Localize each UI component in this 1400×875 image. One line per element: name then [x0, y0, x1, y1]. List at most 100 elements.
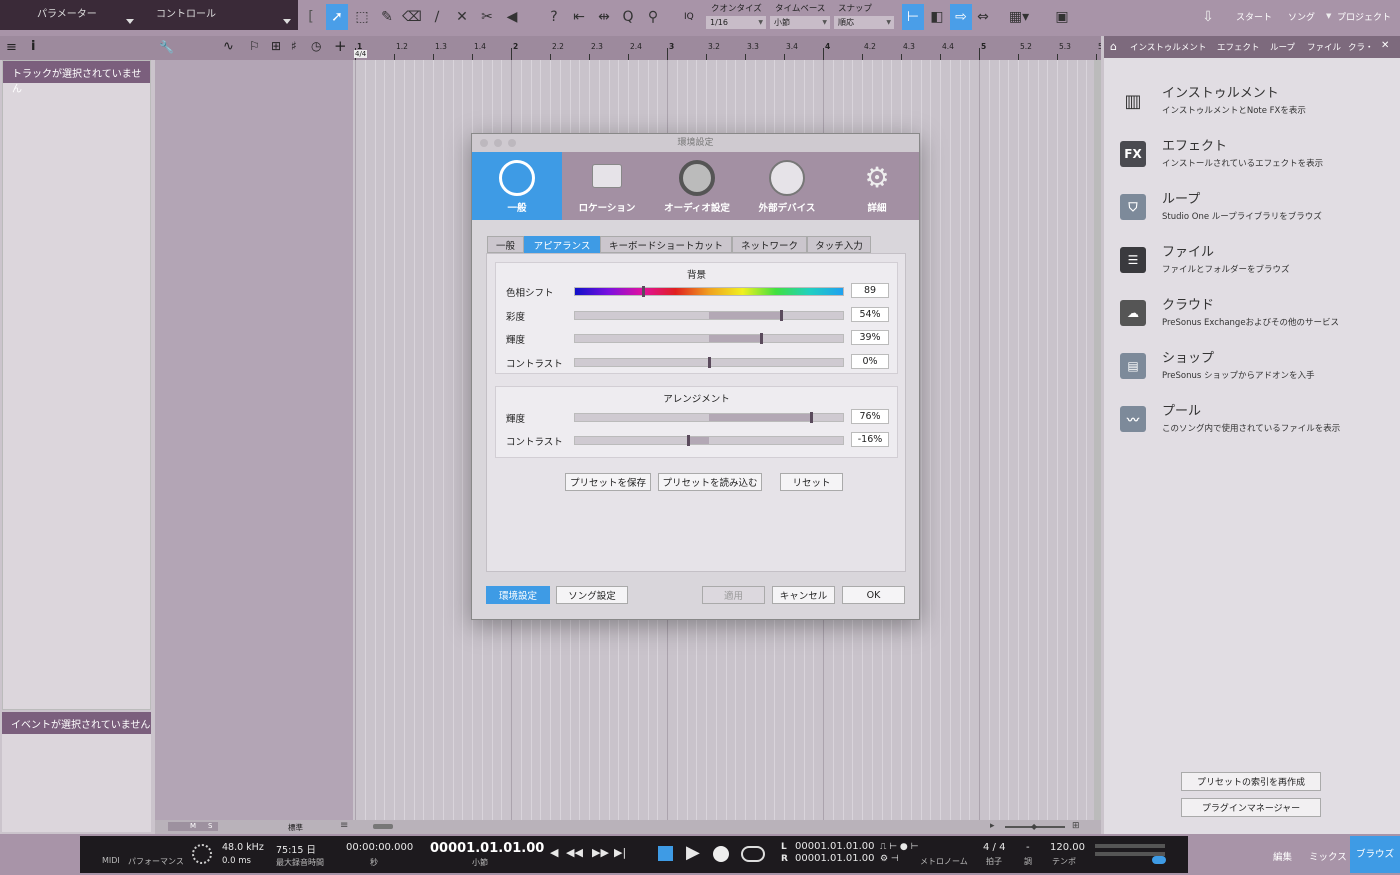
- zoom-icon[interactable]: Q: [617, 4, 639, 30]
- rewind-icon[interactable]: ◀◀: [566, 846, 583, 859]
- view-mix[interactable]: ミックス: [1309, 849, 1347, 863]
- saturation-knob[interactable]: [780, 310, 784, 321]
- arr-contrast-knob[interactable]: [686, 435, 690, 446]
- subtab-appearance[interactable]: アピアランス: [524, 236, 600, 253]
- control-dropdown-icon[interactable]: [283, 19, 291, 24]
- eraser-tool-icon[interactable]: ⌫: [401, 4, 423, 30]
- browser-item-files[interactable]: ☰ ファイル ファイルとフォルダーをブラウズ: [1104, 237, 1400, 287]
- category-advanced[interactable]: ⚙ 詳細: [832, 152, 922, 220]
- contrast-value[interactable]: 0%: [851, 354, 889, 369]
- hue-knob[interactable]: [642, 286, 645, 297]
- browser-tab-cloud[interactable]: クラ・: [1348, 41, 1374, 53]
- apply-button[interactable]: 適用: [702, 586, 765, 604]
- luminance-knob[interactable]: [760, 333, 764, 344]
- parameters-dropdown-icon[interactable]: [126, 19, 134, 24]
- reset-button[interactable]: リセット: [780, 473, 843, 491]
- metronome-settings-icon[interactable]: ⚙ ⊣: [880, 854, 899, 864]
- track-view-label[interactable]: 標準: [288, 822, 303, 833]
- video-icon[interactable]: ▣: [1051, 4, 1073, 30]
- arr-luminance-slider[interactable]: [574, 412, 844, 423]
- saturation-value[interactable]: 54%: [851, 307, 889, 322]
- position-bars[interactable]: 00001.01.01.00: [430, 841, 544, 856]
- solo-column-label[interactable]: S: [208, 822, 212, 830]
- range-tool-icon[interactable]: ⬚: [351, 4, 373, 30]
- mute-tool-icon[interactable]: ✕: [451, 4, 473, 30]
- view-browse[interactable]: ブラウズ: [1350, 836, 1400, 873]
- window-zoom-button[interactable]: [508, 139, 516, 147]
- menu-icon[interactable]: ≡: [6, 40, 17, 55]
- window-close-button[interactable]: [480, 139, 488, 147]
- tempo-icon[interactable]: ♯: [291, 39, 297, 53]
- autoscroll-icon[interactable]: ◧: [926, 4, 948, 30]
- timeline-ruler[interactable]: 1 1.2 1.3 1.4 2 2.2 2.3 2.4 3 3.2 3.3 3.4 4 4.2 4.3 4.4…: [353, 36, 1101, 60]
- paint-tool-icon[interactable]: ∕: [426, 4, 448, 30]
- view-edit[interactable]: 編集: [1273, 849, 1292, 863]
- key[interactable]: -: [1026, 842, 1030, 853]
- loop-icon[interactable]: [741, 846, 765, 862]
- snap-to-grid-icon[interactable]: ⊢: [902, 4, 924, 30]
- forward-icon[interactable]: ▶▶: [592, 846, 609, 859]
- saturation-slider[interactable]: [574, 310, 844, 321]
- tempo[interactable]: 120.00: [1050, 842, 1085, 853]
- close-icon[interactable]: ✕: [1381, 40, 1389, 51]
- hue-value[interactable]: 89: [851, 283, 889, 298]
- layout-menu-icon[interactable]: ▦▾: [1004, 4, 1034, 30]
- arr-luminance-value[interactable]: 76%: [851, 409, 889, 424]
- wrench-icon[interactable]: 🔧: [159, 40, 174, 54]
- download-icon[interactable]: ⇩: [1197, 4, 1219, 30]
- contrast-knob[interactable]: [708, 357, 711, 368]
- save-preset-button[interactable]: プリセットを保存: [565, 473, 651, 491]
- browser-tab-loops[interactable]: ループ: [1270, 41, 1295, 53]
- skip-split-icon[interactable]: ⇹: [593, 4, 615, 30]
- cancel-button[interactable]: キャンセル: [772, 586, 835, 604]
- hue-slider[interactable]: [574, 286, 844, 297]
- precount-icon[interactable]: ⎍ ⊢ ● ⊢: [880, 842, 918, 852]
- nav-project[interactable]: プロジェクト: [1337, 10, 1391, 23]
- forward-end-icon[interactable]: ▶|: [614, 846, 626, 859]
- zoom-in-icon[interactable]: ⊞: [1072, 821, 1080, 831]
- skip-back-icon[interactable]: ⇤: [568, 4, 590, 30]
- subtab-general[interactable]: 一般: [487, 236, 524, 253]
- cursor-follow-icon[interactable]: ⇔: [972, 4, 994, 30]
- follow-icon[interactable]: ⇨: [950, 4, 972, 30]
- listen-tool-icon[interactable]: ◀: [501, 4, 523, 30]
- browser-item-cloud[interactable]: ☁ クラウド PreSonus Exchangeおよびその他のサービス: [1104, 290, 1400, 340]
- contrast-slider[interactable]: [574, 357, 844, 368]
- home-icon[interactable]: ⌂: [1110, 40, 1117, 53]
- browser-tab-instruments[interactable]: インストゥルメント: [1130, 41, 1206, 53]
- luminance-slider[interactable]: [574, 333, 844, 344]
- zoom-out-icon[interactable]: ▸: [990, 821, 995, 831]
- song-settings-button[interactable]: ソング設定: [556, 586, 628, 604]
- record-icon[interactable]: [713, 846, 729, 862]
- add-track-icon[interactable]: +: [334, 37, 347, 55]
- arr-luminance-knob[interactable]: [809, 412, 813, 423]
- pencil-tool-icon[interactable]: ✎: [376, 4, 398, 30]
- info-icon[interactable]: i: [31, 39, 35, 54]
- time-seconds[interactable]: 00:00:00.000: [346, 842, 413, 853]
- monitor-toggle[interactable]: [1152, 856, 1166, 864]
- nav-song[interactable]: ソング: [1288, 10, 1315, 23]
- browser-item-pool[interactable]: 〰 プール このソング内で使用されているファイルを表示: [1104, 396, 1400, 446]
- rewind-start-icon[interactable]: ◀: [550, 846, 558, 859]
- subtab-touch-input[interactable]: タッチ入力: [807, 236, 871, 253]
- play-icon[interactable]: ▶: [686, 842, 700, 863]
- chord-icon[interactable]: ⊞: [271, 39, 281, 53]
- loop-left[interactable]: 00001.01.01.00: [795, 841, 875, 852]
- bend-icon[interactable]: ⚲: [642, 4, 664, 30]
- ok-button[interactable]: OK: [842, 586, 905, 604]
- browser-tab-effects[interactable]: エフェクト: [1217, 41, 1260, 53]
- arr-contrast-value[interactable]: -16%: [851, 432, 889, 447]
- env-settings-button[interactable]: 環境設定: [486, 586, 550, 604]
- project-dropdown-icon[interactable]: ▼: [1326, 12, 1331, 20]
- reindex-presets-button[interactable]: プリセットの索引を再作成: [1181, 772, 1321, 791]
- vertical-scrollbar[interactable]: [1094, 60, 1101, 820]
- nav-start[interactable]: スタート: [1236, 10, 1272, 23]
- arrow-tool-icon[interactable]: ➚: [326, 4, 348, 30]
- snap-select[interactable]: 順応: [834, 16, 894, 29]
- browser-tab-files[interactable]: ファイル: [1307, 41, 1341, 53]
- stop-icon[interactable]: [658, 846, 673, 861]
- zoom-slider-knob[interactable]: ◆: [1031, 822, 1037, 831]
- category-locations[interactable]: ロケーション: [562, 152, 652, 220]
- category-external-devices[interactable]: 外部デバイス: [742, 152, 832, 220]
- subtab-keyboard-shortcuts[interactable]: キーボードショートカット: [600, 236, 732, 253]
